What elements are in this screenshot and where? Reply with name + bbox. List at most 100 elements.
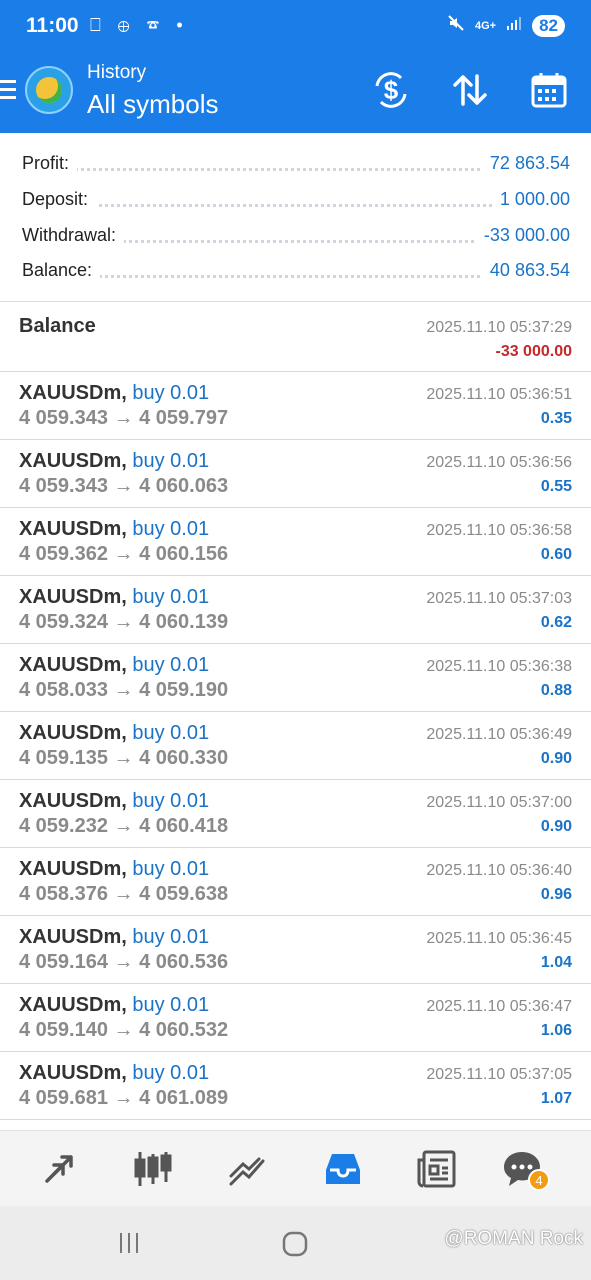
battery-level: 82 [532,14,565,37]
deal-prices: 4 059.324 → 4 060.139 [19,611,229,633]
deal-symbol: XAUUSDm, buy 0.01 [19,586,210,608]
deal-symbol: XAUUSDm, buy 0.01 [19,722,210,744]
menu-icon[interactable] [0,80,16,100]
deal-direction-lot: buy 0.01 [132,518,210,540]
history-icon[interactable] [321,1147,365,1191]
balance-operation-row[interactable]: Balance 2025.11.10 05:37:29 -33 000.00 [0,302,591,372]
signal-icon [506,15,522,36]
deal-row[interactable]: XAUUSDm, buy 0.01 4 059.362 → 4 060.156 … [0,508,591,576]
deal-prices: 4 059.164 → 4 060.536 [19,951,229,973]
deal-row[interactable]: XAUUSDm, buy 0.01 4 059.343 → 4 060.063 … [0,440,591,508]
deal-row[interactable]: XAUUSDm, buy 0.01 4 059.343 → 4 059.797 … [0,372,591,440]
network-type: 4G+ [474,19,497,32]
deal-symbol: XAUUSDm, buy 0.01 [19,926,210,948]
deal-row[interactable]: XAUUSDm, buy 0.01 4 058.376 → 4 059.638 … [0,848,591,916]
deal-datetime: 2025.11.10 05:36:38 [426,658,572,675]
deal-row[interactable]: XAUUSDm, buy 0.01 4 059.324 → 4 060.139 … [0,576,591,644]
home-icon[interactable] [281,1230,309,1263]
recent-apps-icon[interactable] [116,1230,142,1261]
deal-symbol: XAUUSDm, buy 0.01 [19,858,210,880]
deal-symbol: XAUUSDm, buy 0.01 [19,518,210,540]
summary-label: Profit: [22,153,78,174]
svg-text:$: $ [384,75,399,105]
operation-datetime: 2025.11.10 05:37:29 [426,319,572,336]
deal-profit: 1.07 [540,1090,572,1107]
deal-prices: 4 059.343 → 4 060.063 [19,475,229,497]
deal-datetime: 2025.11.10 05:36:45 [426,930,572,947]
deal-direction-lot: buy 0.01 [132,790,210,812]
summary-value: 72 863.54 [481,153,570,174]
deal-prices: 4 059.232 → 4 060.418 [19,815,229,837]
summary-label: Withdrawal: [22,225,125,246]
deal-datetime: 2025.11.10 05:36:47 [426,998,572,1015]
calendar-icon[interactable] [527,68,571,112]
bottom-navigation: 4 [0,1130,591,1206]
dollar-exchange-icon[interactable]: $ [369,68,413,112]
summary-profit: Profit: 72 863.54 [22,153,570,183]
deal-direction-lot: buy 0.01 [132,722,210,744]
messages-icon[interactable]: 4 [500,1147,550,1191]
trade-icon[interactable] [226,1147,270,1191]
deal-symbol: XAUUSDm, buy 0.01 [19,654,210,676]
deal-row[interactable]: XAUUSDm, buy 0.01 4 059.164 → 4 060.536 … [0,916,591,984]
deal-datetime: 2025.11.10 05:37:00 [426,794,572,811]
deal-prices: 4 059.140 → 4 060.532 [19,1019,229,1041]
symbol-filter[interactable]: All symbols [87,89,218,120]
deal-direction-lot: buy 0.01 [132,1062,210,1084]
deal-prices: 4 059.343 → 4 059.797 [19,407,229,429]
deal-direction-lot: buy 0.01 [132,382,210,404]
status-time: 11:00 [26,14,79,37]
status-bar: 11:00 ⎕ ⊕ ☎ • 4G+ 82 [0,0,591,52]
deal-datetime: 2025.11.10 05:36:51 [426,386,572,403]
deal-direction-lot: buy 0.01 [132,858,210,880]
deal-profit: 0.60 [540,546,572,563]
news-icon[interactable] [415,1147,459,1191]
deal-profit: 0.90 [540,818,572,835]
messages-badge: 4 [528,1169,550,1191]
summary-label: Deposit: [22,189,97,210]
app-logo [25,66,73,114]
operation-amount: -33 000.00 [495,343,572,360]
mute-icon [447,14,465,37]
deal-symbol: XAUUSDm, buy 0.01 [19,994,210,1016]
deal-prices: 4 059.135 → 4 060.330 [19,747,229,769]
deal-datetime: 2025.11.10 05:36:58 [426,522,572,539]
deal-prices: 4 059.681 → 4 061.089 [19,1087,229,1109]
deal-datetime: 2025.11.10 05:36:49 [426,726,572,743]
deal-profit: 1.06 [540,1022,572,1039]
deal-row[interactable]: XAUUSDm, buy 0.01 4 059.232 → 4 060.418 … [0,780,591,848]
summary-value: -33 000.00 [475,225,570,246]
summary-value: 40 863.54 [481,260,570,281]
deal-prices: 4 059.362 → 4 060.156 [19,543,229,565]
deal-symbol: XAUUSDm, buy 0.01 [19,790,210,812]
page-title: History [87,62,147,83]
watermark: @ROMAN Rock [444,1228,583,1249]
summary-value: 1 000.00 [491,189,570,210]
deal-row[interactable]: XAUUSDm, buy 0.01 4 059.135 → 4 060.330 … [0,712,591,780]
deal-profit: 0.55 [540,478,572,495]
deal-row[interactable]: XAUUSDm, buy 0.01 4 059.140 → 4 060.532 … [0,984,591,1052]
deal-row[interactable]: XAUUSDm, buy 0.01 4 059.681 → 4 061.089 … [0,1052,591,1120]
deal-profit: 0.90 [540,750,572,767]
deal-symbol: XAUUSDm, buy 0.01 [19,450,210,472]
deal-prices: 4 058.376 → 4 059.638 [19,883,229,905]
deal-datetime: 2025.11.10 05:36:40 [426,862,572,879]
deal-symbol: XAUUSDm, buy 0.01 [19,382,210,404]
deal-direction-lot: buy 0.01 [132,586,210,608]
deal-profit: 0.88 [540,682,572,699]
deal-datetime: 2025.11.10 05:36:56 [426,454,572,471]
quotes-icon[interactable] [37,1147,81,1191]
deal-profit: 1.04 [540,954,572,971]
sort-icon[interactable] [448,68,492,112]
deal-direction-lot: buy 0.01 [132,450,210,472]
chart-icon[interactable] [131,1147,175,1191]
summary-label: Balance: [22,260,101,281]
deal-row[interactable]: XAUUSDm, buy 0.01 4 058.033 → 4 059.190 … [0,644,591,712]
deal-direction-lot: buy 0.01 [132,926,210,948]
app-header: 11:00 ⎕ ⊕ ☎ • 4G+ 82 History All symbols… [0,0,591,133]
deal-datetime: 2025.11.10 05:37:03 [426,590,572,607]
deal-direction-lot: buy 0.01 [132,994,210,1016]
deal-profit: 0.62 [540,614,572,631]
deal-profit: 0.35 [540,410,572,427]
operation-type: Balance [19,315,96,337]
